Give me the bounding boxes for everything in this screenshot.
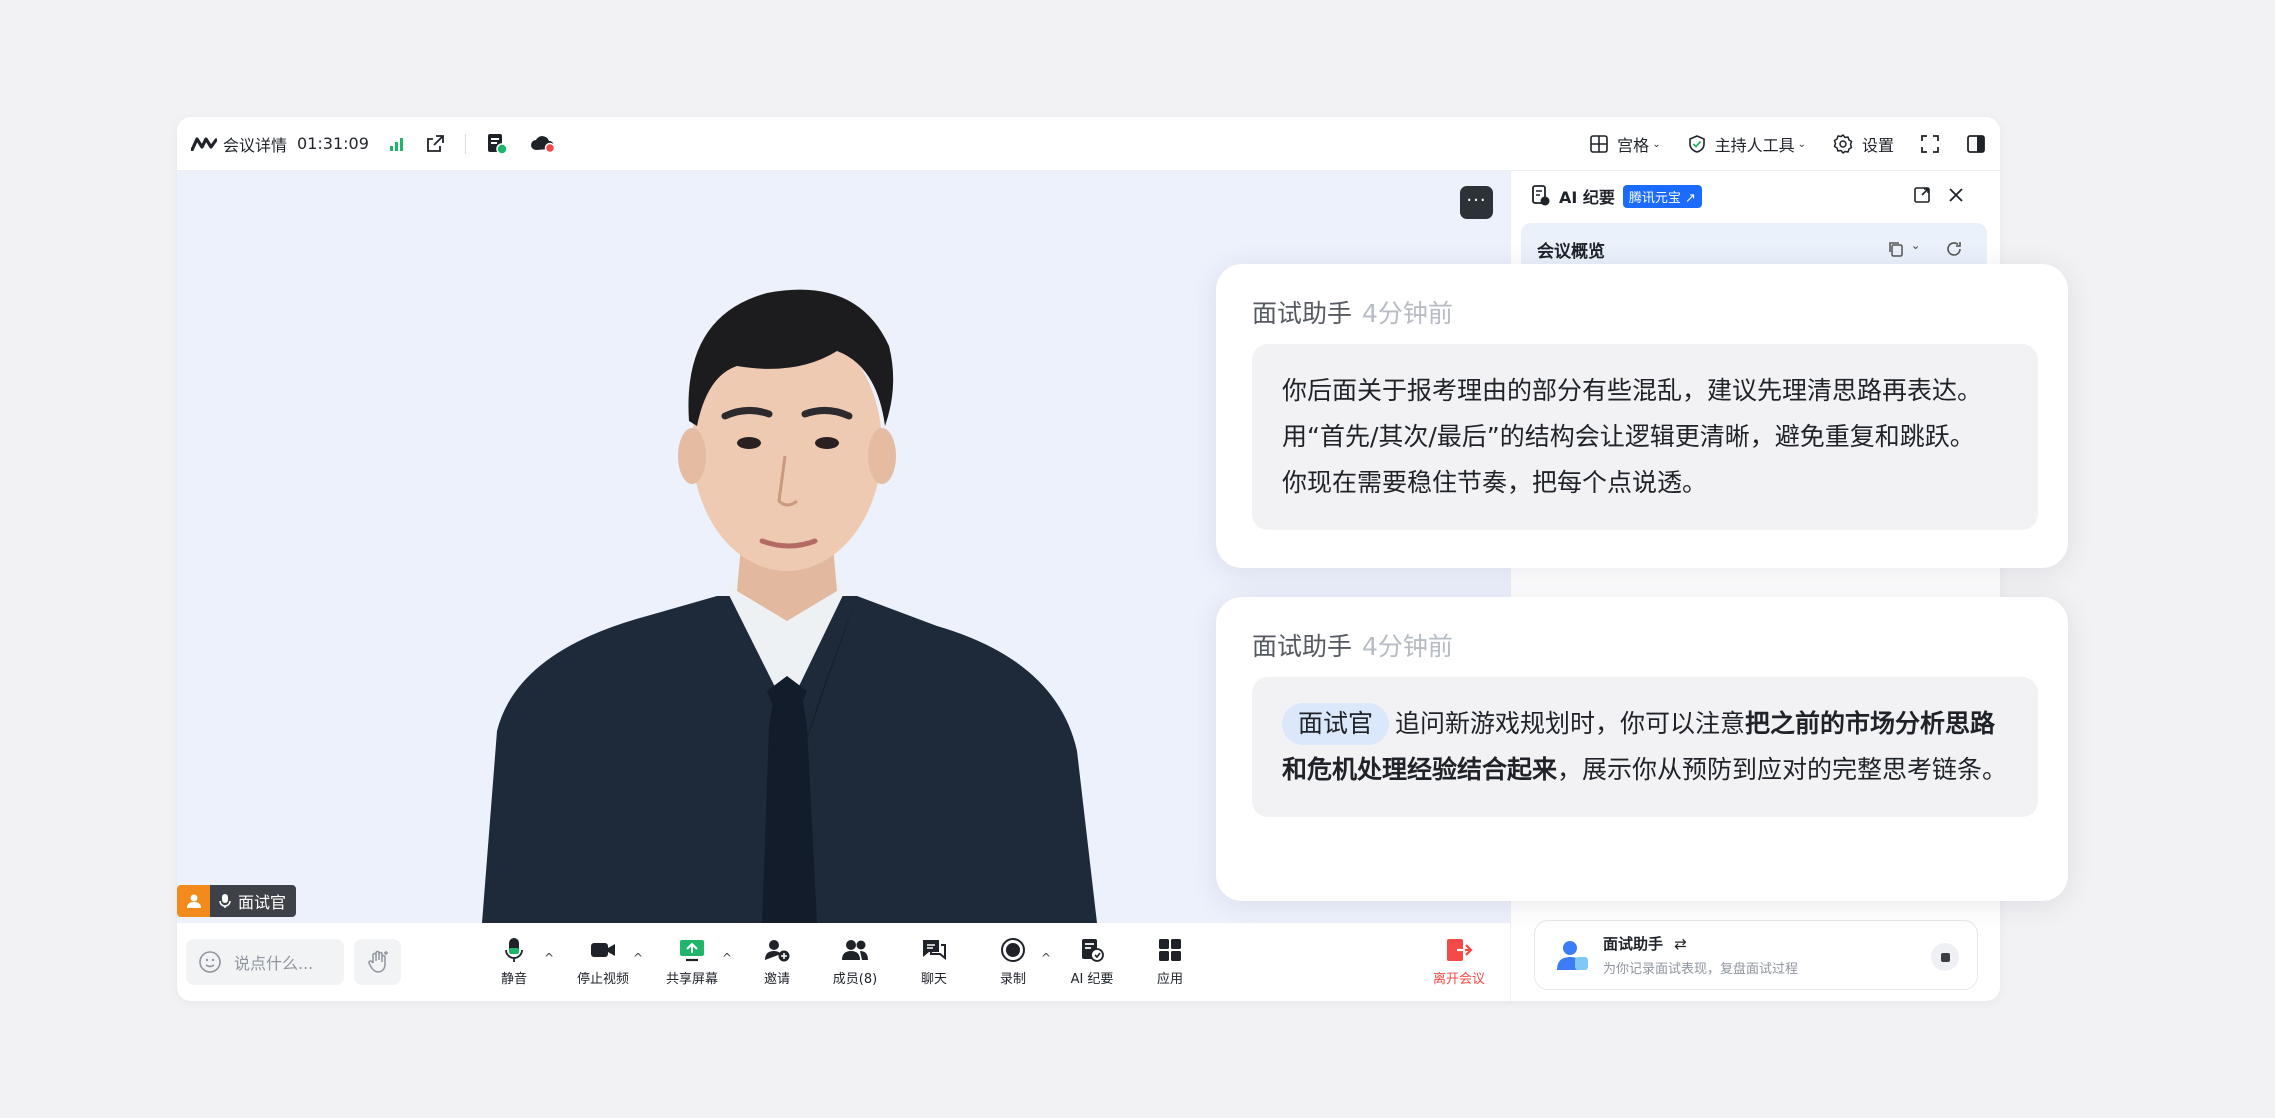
chevron-up-icon[interactable]: ^	[544, 951, 554, 965]
close-icon[interactable]	[1948, 187, 1964, 203]
grid-layout-label: 宫格	[1617, 136, 1650, 155]
top-bar: 会议详情 01:31:09 宫格 ⌄ 主持人工具 ⌄ 设置	[177, 117, 2000, 171]
grid-icon	[1589, 134, 1609, 154]
raise-hand-icon	[365, 949, 391, 975]
assistant-avatar-icon	[1555, 938, 1589, 972]
participant-name: 面试官	[238, 893, 287, 912]
apps-grid-icon	[1157, 937, 1183, 963]
assistant-name: 面试助手	[1603, 935, 1664, 953]
stop-icon	[1940, 952, 1950, 962]
tencent-meeting-logo-icon	[191, 136, 217, 151]
sidebar-toggle-icon[interactable]	[1966, 134, 1986, 154]
mention-chip[interactable]: 面试官	[1282, 703, 1390, 745]
more-options-button[interactable]: ···	[1460, 186, 1493, 219]
assistant-description: 为你记录面试表现，复盘面试过程	[1603, 962, 1799, 977]
overview-title: 会议概览	[1537, 242, 1605, 262]
message-sender: 面试助手	[1252, 632, 1353, 661]
switch-icon[interactable]: ⇄	[1674, 935, 1687, 953]
signal-strength-icon[interactable]	[389, 136, 405, 152]
fullscreen-icon[interactable]	[1920, 134, 1940, 154]
chat-icon	[920, 937, 948, 963]
microphone-icon	[218, 893, 232, 909]
reaction-input[interactable]: 说点什么...	[186, 939, 344, 985]
ai-notes-icon	[1079, 937, 1105, 963]
chevron-up-icon[interactable]: ^	[633, 951, 643, 965]
raise-hand-button[interactable]	[354, 939, 401, 985]
settings-label: 设置	[1861, 136, 1894, 155]
apps-label: 应用	[1156, 972, 1183, 987]
chevron-up-icon[interactable]: ^	[1041, 951, 1051, 965]
message-line: 你现在需要稳住节奏，把每个点说透。	[1282, 468, 1708, 497]
message-body: 你后面关于报考理由的部分有些混乱，建议先理清思路再表达。 用“首先/其次/最后”…	[1252, 344, 2038, 530]
message-text: ，展示你从预防到应对的完整思考链条。	[1557, 755, 2008, 784]
gear-icon	[1832, 133, 1854, 155]
emoji-icon	[198, 950, 222, 974]
message-line: 用“首先/其次/最后”的结构会让逻辑更清晰，避免重复和跳跃。	[1282, 422, 1975, 451]
chevron-down-icon[interactable]: ⌄	[1911, 239, 1920, 252]
message-time: 4分钟前	[1362, 632, 1453, 661]
share-screen-label: 共享屏幕	[665, 972, 718, 987]
apps-button[interactable]: 应用	[1130, 937, 1210, 987]
yuanbao-tag[interactable]: 腾讯元宝 ↗	[1622, 184, 1702, 208]
meeting-duration: 01:31:09	[297, 134, 369, 153]
chevron-up-icon[interactable]: ^	[722, 951, 732, 965]
members-button[interactable]: 成员(8)	[815, 937, 895, 987]
ai-minutes-label: AI 纪要	[1070, 972, 1114, 987]
invite-label: 邀请	[763, 972, 790, 987]
message-time: 4分钟前	[1362, 299, 1453, 328]
chat-label: 聊天	[920, 972, 947, 987]
add-user-icon	[763, 937, 791, 963]
microphone-icon	[504, 937, 524, 963]
cloud-record-icon[interactable]	[530, 134, 556, 154]
copy-icon[interactable]	[1887, 240, 1905, 258]
assistant-message-card: 面试助手 4分钟前 你后面关于报考理由的部分有些混乱，建议先理清思路再表达。 用“…	[1216, 264, 2068, 568]
panel-title: AI 纪要	[1559, 188, 1615, 207]
message-line: 你后面关于报考理由的部分有些混乱，建议先理清思路再表达。	[1282, 376, 1983, 405]
record-label: 录制	[999, 972, 1026, 987]
participant-nametag: 面试官	[177, 885, 297, 917]
message-text: 追问新游戏规划时，你可以注意	[1395, 709, 1746, 738]
host-tools-button[interactable]: 主持人工具 ⌄	[1687, 132, 1806, 156]
members-label: 成员(8)	[832, 972, 878, 987]
leave-meeting-label: 离开会议	[1432, 972, 1485, 987]
host-tools-label: 主持人工具	[1714, 136, 1795, 155]
record-icon	[1000, 937, 1026, 963]
meeting-details-label: 会议详情	[223, 135, 288, 155]
chat-button[interactable]: 聊天	[894, 937, 974, 987]
chevron-down-icon: ⌄	[1652, 138, 1661, 150]
interview-assistant-card[interactable]: 面试助手 ⇄ 为你记录面试表现，复盘面试过程	[1534, 920, 1978, 990]
panel-header: AI 纪要 腾讯元宝 ↗	[1511, 171, 2000, 221]
meeting-details-button[interactable]: 会议详情	[191, 132, 287, 156]
exit-icon	[1445, 937, 1473, 963]
share-screen-button[interactable]: 共享屏幕	[652, 937, 732, 987]
mute-button[interactable]: 静音	[474, 937, 554, 987]
ai-minutes-button[interactable]: AI 纪要	[1052, 937, 1132, 987]
mute-label: 静音	[500, 972, 527, 987]
stop-video-button[interactable]: 停止视频	[563, 937, 643, 987]
invite-button[interactable]: 邀请	[737, 937, 817, 987]
user-icon	[177, 885, 210, 917]
ai-notes-icon	[1531, 185, 1551, 207]
message-sender: 面试助手	[1252, 299, 1353, 328]
popout-icon[interactable]	[1913, 186, 1931, 204]
bottom-toolbar: 说点什么... 静音 ^ 停止视频 ^ 共享屏幕 ^ 邀请 成员(8) 聊天 录…	[177, 923, 1510, 1001]
stop-video-label: 停止视频	[576, 972, 629, 987]
share-screen-icon	[678, 937, 706, 963]
shield-icon	[1687, 134, 1707, 154]
settings-button[interactable]: 设置	[1832, 132, 1894, 156]
assistant-message-card: 面试助手 4分钟前 面试官 追问新游戏规划时，你可以注意把之前的市场分析思路和危机处…	[1216, 597, 2068, 901]
stop-button[interactable]	[1931, 943, 1959, 971]
message-body: 面试官 追问新游戏规划时，你可以注意把之前的市场分析思路和危机处理经验结合起来，展…	[1252, 677, 2038, 817]
leave-meeting-button[interactable]: 离开会议	[1419, 937, 1499, 987]
reaction-placeholder: 说点什么...	[234, 954, 314, 973]
notes-icon[interactable]	[486, 133, 508, 155]
refresh-icon[interactable]	[1945, 240, 1963, 258]
grid-layout-button[interactable]: 宫格 ⌄	[1589, 132, 1661, 156]
chevron-down-icon: ⌄	[1797, 138, 1806, 150]
video-camera-icon	[589, 937, 617, 963]
members-icon	[840, 937, 870, 963]
divider	[464, 133, 466, 154]
external-link-icon[interactable]	[425, 134, 445, 154]
